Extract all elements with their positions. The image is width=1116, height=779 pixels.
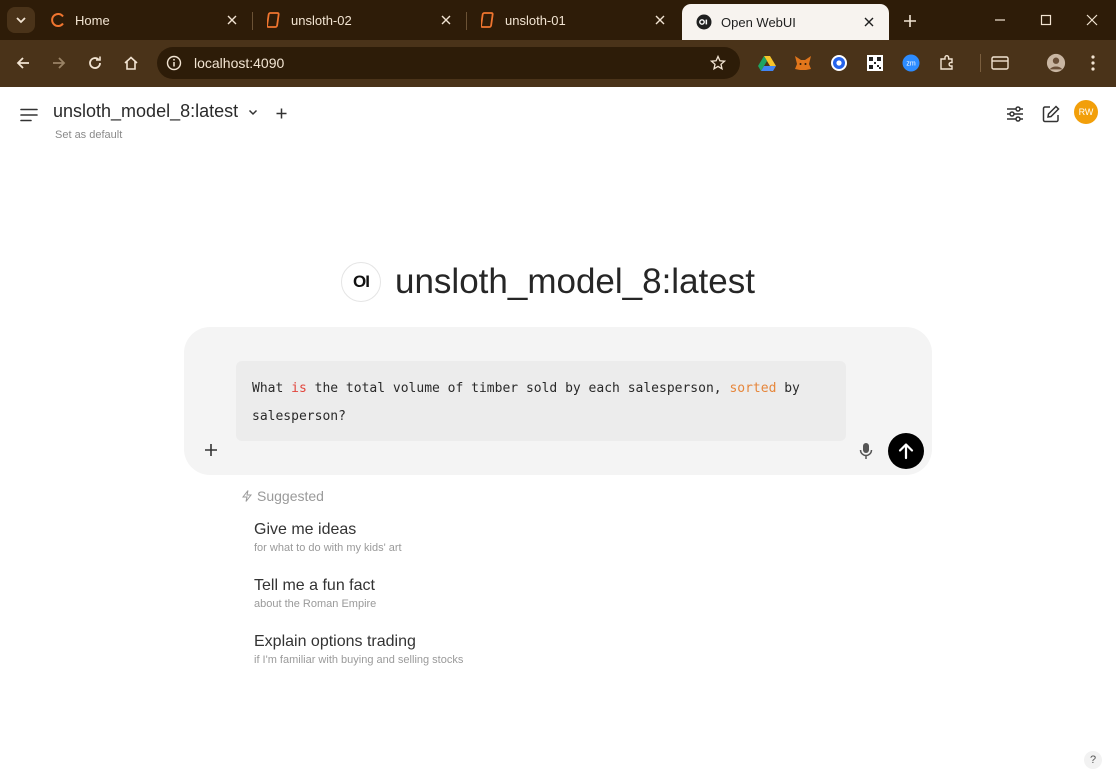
back-button[interactable] <box>9 49 37 77</box>
site-info-icon[interactable] <box>164 53 184 73</box>
reload-icon <box>89 56 101 69</box>
microphone-icon <box>859 443 873 459</box>
address-bar[interactable]: localhost:4090 <box>157 47 740 79</box>
prompt-keyword: sorted <box>729 381 777 396</box>
forward-button[interactable] <box>45 49 73 77</box>
close-icon[interactable] <box>436 10 456 30</box>
tab-title: unsloth-02 <box>291 12 352 28</box>
sidebar-menu-button[interactable] <box>17 103 41 127</box>
close-icon <box>1086 14 1098 26</box>
prompt-text: by <box>776 381 800 396</box>
model-hero: OI unsloth_model_8:latest <box>341 262 755 302</box>
tab-home[interactable]: Home <box>36 4 252 36</box>
qr-code-extension-icon[interactable] <box>865 53 885 73</box>
tab-open-webui[interactable]: Open WebUI <box>682 4 889 40</box>
close-icon[interactable] <box>859 12 879 32</box>
tab-title: unsloth-01 <box>505 12 566 28</box>
suggested-header: Suggested <box>241 488 324 504</box>
side-panel-icon[interactable] <box>990 53 1010 73</box>
circle-extension-icon[interactable] <box>829 53 849 73</box>
metamask-extension-icon[interactable] <box>793 53 813 73</box>
close-icon[interactable] <box>222 10 242 30</box>
extensions-puzzle-icon[interactable] <box>937 53 957 73</box>
user-avatar[interactable]: RW <box>1074 100 1098 124</box>
hamburger-menu-icon <box>20 108 38 122</box>
suggestion-item[interactable]: Give me ideas for what to do with my kid… <box>254 521 402 554</box>
tab-search-button[interactable] <box>7 7 35 33</box>
bolt-icon <box>241 490 253 502</box>
svg-text:zm: zm <box>906 61 916 68</box>
profile-avatar-icon[interactable] <box>1046 53 1066 73</box>
sliders-icon <box>1007 106 1023 122</box>
home-button[interactable] <box>117 49 145 77</box>
hero-model-title: unsloth_model_8:latest <box>395 262 755 301</box>
reload-button[interactable] <box>81 49 109 77</box>
model-selector[interactable]: unsloth_model_8:latest <box>53 101 260 122</box>
prompt-input[interactable]: What is the total volume of timber sold … <box>236 361 846 441</box>
plus-icon <box>276 108 286 118</box>
tab-title: Open WebUI <box>721 14 796 30</box>
open-webui-favicon-icon <box>696 14 712 30</box>
notebook-favicon-icon <box>480 12 496 28</box>
arrow-up-icon <box>898 443 914 460</box>
browser-window: Home unsloth-02 unsloth-01 Open WebUI lo… <box>0 0 1116 779</box>
browser-menu-icon[interactable] <box>1083 53 1103 73</box>
new-chat-button[interactable] <box>1038 101 1064 127</box>
model-name: unsloth_model_8:latest <box>53 101 239 121</box>
chat-input-container: What is the total volume of timber sold … <box>184 327 932 475</box>
suggestion-title: Explain options trading <box>254 633 416 650</box>
maximize-icon <box>1040 14 1052 26</box>
prompt-text: the total volume of timber sold by each … <box>306 381 730 396</box>
suggestion-title: Tell me a fun fact <box>254 577 375 594</box>
tab-strip: Home unsloth-02 unsloth-01 Open WebUI <box>0 0 1116 40</box>
prompt-keyword: is <box>291 381 307 396</box>
home-icon <box>124 56 138 70</box>
tab-title: Home <box>75 12 110 28</box>
open-webui-logo: OI <box>341 262 381 302</box>
add-model-button[interactable] <box>271 103 291 123</box>
chevron-down-icon <box>246 105 260 119</box>
google-drive-extension-icon[interactable] <box>757 53 777 73</box>
edit-icon <box>1042 105 1060 123</box>
controls-button[interactable] <box>1002 101 1028 127</box>
tab-unsloth-01[interactable]: unsloth-01 <box>466 4 680 36</box>
attach-button[interactable] <box>200 439 222 461</box>
zoom-extension-icon[interactable]: zm <box>901 53 921 73</box>
minimize-button[interactable] <box>977 0 1023 40</box>
suggestion-subtitle: if I'm familiar with buying and selling … <box>254 654 464 666</box>
chevron-down-icon <box>16 17 26 24</box>
suggestion-subtitle: about the Roman Empire <box>254 598 377 610</box>
home-favicon-icon <box>50 12 66 28</box>
suggestion-item[interactable]: Tell me a fun fact about the Roman Empir… <box>254 577 376 610</box>
url-text: localhost:4090 <box>194 55 285 71</box>
suggestion-title: Give me ideas <box>254 521 357 538</box>
close-icon[interactable] <box>650 10 670 30</box>
plus-icon <box>904 15 916 27</box>
prompt-text: salesperson? <box>252 409 346 424</box>
plus-icon <box>205 444 217 456</box>
suggested-label: Suggested <box>257 488 324 504</box>
browser-toolbar: localhost:4090 zm <box>0 40 1116 87</box>
help-button[interactable]: ? <box>1084 751 1102 769</box>
prompt-text: What <box>252 381 292 396</box>
set-as-default-link[interactable]: Set as default <box>55 129 122 141</box>
minimize-icon <box>995 19 1005 21</box>
suggestion-item[interactable]: Explain options trading if I'm familiar … <box>254 633 463 666</box>
open-webui-page: unsloth_model_8:latest Set as default RW… <box>1 87 1114 777</box>
send-button[interactable] <box>888 433 924 469</box>
voice-input-button[interactable] <box>856 441 876 461</box>
notebook-favicon-icon <box>266 12 282 28</box>
new-tab-button[interactable] <box>898 9 922 33</box>
suggestion-subtitle: for what to do with my kids' art <box>254 542 402 554</box>
bookmark-star-icon[interactable] <box>708 53 728 73</box>
arrow-right-icon <box>53 57 66 69</box>
maximize-button[interactable] <box>1023 0 1069 40</box>
toolbar-divider <box>980 54 981 72</box>
arrow-left-icon <box>16 57 29 69</box>
tab-unsloth-02[interactable]: unsloth-02 <box>252 4 466 36</box>
window-close-button[interactable] <box>1069 0 1115 40</box>
